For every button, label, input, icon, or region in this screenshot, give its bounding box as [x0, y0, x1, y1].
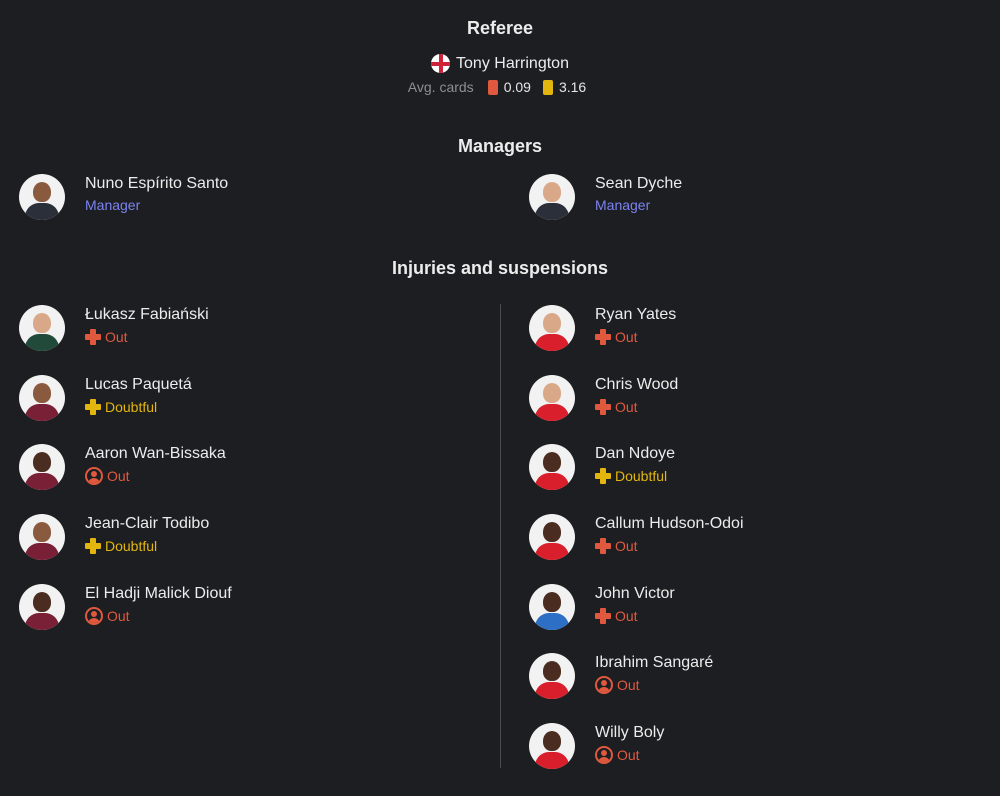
- player-row[interactable]: Ibrahim Sangaré Out: [529, 653, 713, 699]
- suspension-icon: [595, 676, 613, 694]
- suspension-icon: [595, 746, 613, 764]
- injury-cross-icon: [85, 329, 101, 345]
- player-name: John Victor: [595, 585, 675, 602]
- manager-home[interactable]: Nuno Espírito Santo Manager: [19, 174, 228, 220]
- england-flag-icon: [431, 54, 451, 73]
- player-row[interactable]: Jean-Clair Todibo Doubtful: [19, 514, 209, 560]
- avatar: [19, 444, 65, 490]
- doubtful-cross-icon: [85, 399, 101, 415]
- player-row[interactable]: Chris Wood Out: [529, 375, 678, 421]
- injury-cross-icon: [595, 399, 611, 415]
- manager-name: Sean Dyche: [595, 175, 683, 192]
- player-row[interactable]: Aaron Wan-Bissaka Out: [19, 444, 226, 490]
- status-badge: Out: [595, 537, 744, 555]
- player-name: Ibrahim Sangaré: [595, 654, 714, 671]
- referee-row: Tony Harrington: [0, 54, 1000, 73]
- avatar: [19, 375, 65, 421]
- player-name: Jean-Clair Todibo: [85, 515, 210, 532]
- status-badge: Out: [85, 328, 209, 346]
- red-card-avg: 0.09: [503, 79, 531, 95]
- player-name: Chris Wood: [595, 376, 679, 393]
- player-name: Dan Ndoye: [595, 445, 676, 462]
- manager-name: Nuno Espírito Santo: [85, 175, 229, 192]
- player-row[interactable]: Lucas Paquetá Doubtful: [19, 375, 192, 421]
- referee-name[interactable]: Tony Harrington: [456, 55, 569, 73]
- player-name: Łukasz Fabiański: [85, 306, 209, 323]
- player-name: Ryan Yates: [595, 306, 677, 323]
- avatar: [529, 444, 575, 490]
- avatar: [529, 305, 575, 351]
- status-badge: Doubtful: [85, 398, 192, 416]
- yellow-card-icon: [542, 79, 553, 95]
- status-badge: Out: [595, 607, 675, 625]
- suspension-icon: [85, 607, 103, 625]
- player-name: Lucas Paquetá: [85, 376, 192, 393]
- player-row[interactable]: Dan Ndoye Doubtful: [529, 444, 675, 490]
- referee-title: Referee: [466, 18, 534, 38]
- status-badge: Doubtful: [595, 467, 675, 485]
- status-badge: Out: [595, 746, 664, 764]
- player-row[interactable]: Willy Boly Out: [529, 723, 664, 769]
- injury-cross-icon: [595, 329, 611, 345]
- referee-avg-cards: Avg. cards 0.09 3.16: [0, 79, 1000, 95]
- player-name: Willy Boly: [595, 724, 665, 741]
- avatar: [19, 584, 65, 630]
- player-name: El Hadji Malick Diouf: [85, 585, 232, 602]
- status-badge: Out: [595, 398, 678, 416]
- player-row[interactable]: El Hadji Malick Diouf Out: [19, 584, 232, 630]
- manager-away[interactable]: Sean Dyche Manager: [529, 174, 682, 220]
- status-badge: Out: [595, 676, 713, 694]
- avatar: [19, 305, 65, 351]
- player-row[interactable]: Ryan Yates Out: [529, 305, 676, 351]
- doubtful-cross-icon: [595, 468, 611, 484]
- injuries-title: Injuries and suspensions: [391, 258, 609, 278]
- avatar: [529, 584, 575, 630]
- avatar: [529, 653, 575, 699]
- injury-cross-icon: [595, 538, 611, 554]
- status-badge: Out: [85, 607, 232, 625]
- avatar: [19, 174, 65, 220]
- avatar: [529, 723, 575, 769]
- status-badge: Out: [595, 328, 676, 346]
- injury-cross-icon: [595, 608, 611, 624]
- manager-role: Manager: [85, 197, 141, 213]
- avatar: [529, 375, 575, 421]
- managers-title: Managers: [457, 136, 543, 156]
- avatar: [529, 174, 575, 220]
- red-card-icon: [487, 79, 498, 95]
- status-badge: Doubtful: [85, 537, 209, 555]
- status-badge: Out: [85, 467, 226, 485]
- suspension-icon: [85, 467, 103, 485]
- player-row[interactable]: Łukasz Fabiański Out: [19, 305, 209, 351]
- manager-role: Manager: [595, 197, 651, 213]
- avg-cards-label: Avg. cards: [407, 79, 474, 95]
- player-row[interactable]: John Victor Out: [529, 584, 675, 630]
- avatar: [529, 514, 575, 560]
- player-name: Callum Hudson-Odoi: [595, 515, 744, 532]
- column-divider: [500, 304, 501, 768]
- doubtful-cross-icon: [85, 538, 101, 554]
- avatar: [19, 514, 65, 560]
- player-row[interactable]: Callum Hudson-Odoi Out: [529, 514, 744, 560]
- player-name: Aaron Wan-Bissaka: [85, 445, 226, 462]
- yellow-card-avg: 3.16: [558, 79, 587, 95]
